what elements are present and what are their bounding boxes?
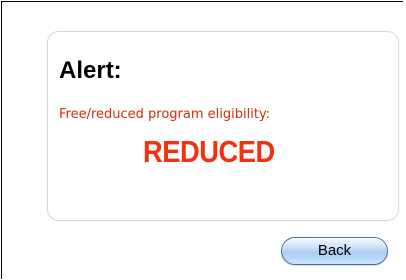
eligibility-label: Free/reduced program eligibility: [59,107,271,122]
back-button-label: Back [317,242,352,259]
alert-title: Alert: [59,57,122,84]
alert-card: Alert: Free/reduced program eligibility:… [47,31,399,221]
back-button[interactable]: Back [281,237,388,265]
eligibility-status: REDUCED [143,134,275,169]
